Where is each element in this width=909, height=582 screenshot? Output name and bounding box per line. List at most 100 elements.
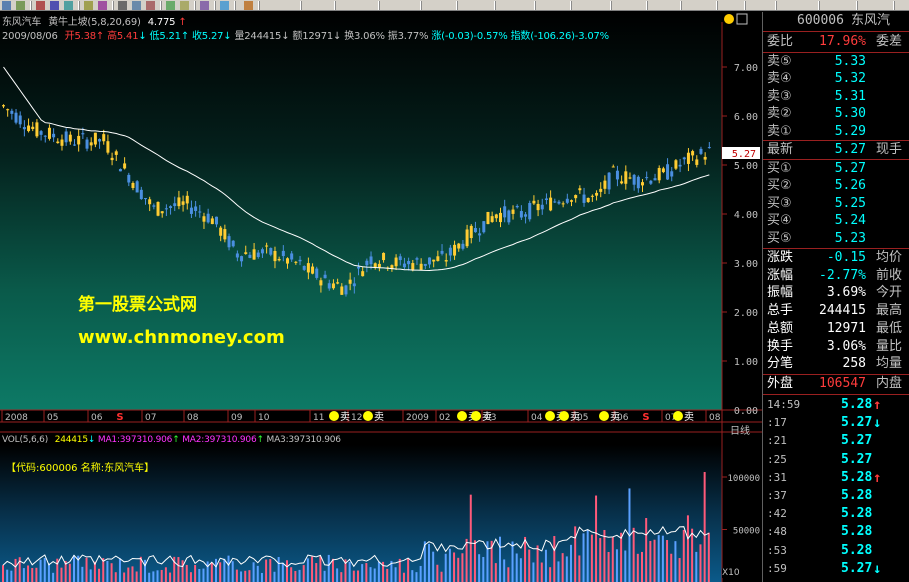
site-url[interactable]: www.chnmoney.com bbox=[78, 327, 285, 348]
stat-label: 涨幅 bbox=[767, 267, 794, 283]
candle-body bbox=[507, 210, 511, 223]
candle-body bbox=[624, 171, 628, 184]
date-tick-label: 08 bbox=[709, 413, 721, 423]
tick-price: 5.28 bbox=[841, 488, 873, 503]
volume-bar bbox=[14, 558, 17, 582]
candle-body bbox=[336, 282, 340, 284]
candle-body bbox=[290, 253, 294, 260]
candle-body bbox=[486, 211, 490, 225]
candle-body bbox=[64, 131, 68, 143]
cursor-icon[interactable] bbox=[118, 1, 127, 10]
volume-bar bbox=[649, 540, 652, 582]
tool-icon[interactable] bbox=[98, 1, 107, 10]
volume-bar bbox=[152, 571, 155, 582]
candle-body bbox=[352, 283, 356, 287]
candle-body bbox=[469, 225, 473, 239]
volume-bar bbox=[586, 529, 589, 582]
volume-bar bbox=[448, 548, 451, 582]
draw-icon[interactable] bbox=[132, 1, 141, 10]
volume-bar bbox=[357, 570, 359, 582]
candle-body bbox=[194, 206, 198, 211]
tick-price: 5.27 bbox=[841, 415, 873, 431]
candle-body bbox=[110, 157, 114, 161]
home-icon[interactable] bbox=[2, 1, 11, 10]
sell-signal: 卖 bbox=[340, 411, 350, 423]
ohlc-header: 2009/08/06 开5.38↑ 高5.41↓ 低5.21↑ 收5.27↓ 量… bbox=[2, 31, 609, 42]
candle-body bbox=[311, 266, 315, 274]
volume-bar bbox=[311, 556, 314, 582]
scroll-up-icon[interactable] bbox=[724, 14, 734, 24]
candle-body bbox=[85, 139, 89, 149]
volume-bar bbox=[235, 569, 238, 582]
back-icon[interactable] bbox=[16, 1, 25, 10]
volume-bar bbox=[131, 566, 134, 582]
high-value: 5.41 bbox=[116, 31, 139, 42]
search-icon[interactable] bbox=[220, 1, 229, 10]
date-tick-label: 06 bbox=[91, 413, 103, 423]
vol-value: 244415 bbox=[54, 435, 88, 445]
text-icon[interactable] bbox=[146, 1, 155, 10]
volume-bar bbox=[691, 528, 694, 582]
stat-row: 换手 3.06% 量比 bbox=[763, 338, 909, 356]
candle-body bbox=[215, 216, 218, 225]
volume-bar bbox=[256, 565, 259, 582]
smiley-icon bbox=[457, 411, 467, 421]
tick-price: 5.28 bbox=[841, 542, 873, 558]
volume-bar bbox=[206, 561, 209, 582]
volume-bar bbox=[561, 553, 564, 582]
bid-row: 买② 5.26 bbox=[763, 177, 909, 195]
volume-bar bbox=[603, 529, 606, 582]
candle-body bbox=[73, 144, 76, 146]
volume-bar bbox=[164, 567, 167, 582]
volume-bar bbox=[35, 567, 38, 582]
stat-row: 涨跌 -0.15 均价 bbox=[763, 249, 909, 267]
alert-icon[interactable] bbox=[244, 1, 253, 10]
candle-body bbox=[444, 260, 448, 262]
info-icon[interactable] bbox=[64, 1, 73, 10]
volume-bar bbox=[411, 570, 414, 582]
volume-bar bbox=[428, 543, 430, 582]
chart-area[interactable]: 7.00 6.00 5.00 4.00 3.00 2.00 1.00 0.00 2008 05 0… bbox=[0, 12, 762, 582]
volume-bar bbox=[22, 568, 25, 582]
candle-body bbox=[348, 279, 352, 284]
ma3-value: 397310.906 bbox=[288, 435, 341, 445]
candle-body bbox=[152, 205, 156, 207]
volume-bar bbox=[540, 562, 543, 582]
outer-value: 106547 bbox=[819, 376, 866, 391]
zoom-icon[interactable] bbox=[84, 1, 93, 10]
down-arrow-icon: ↓ bbox=[873, 415, 882, 432]
candle-body bbox=[139, 189, 143, 200]
refresh-icon[interactable] bbox=[166, 1, 175, 10]
ma2-label: MA2: bbox=[182, 435, 205, 445]
stat-label: 涨跌 bbox=[767, 250, 794, 265]
volume-header: VOL(5,6,6) 244415↓ MA1:397310.906↑ MA2:3… bbox=[2, 435, 341, 445]
candle-body bbox=[561, 203, 565, 205]
volume-bar bbox=[135, 571, 138, 582]
volume-bar bbox=[457, 557, 460, 582]
stat-label: 振幅 bbox=[767, 285, 794, 301]
settings-icon[interactable] bbox=[180, 1, 189, 10]
chart-icon[interactable] bbox=[36, 1, 45, 10]
volume-bar bbox=[52, 572, 55, 582]
candle-body bbox=[699, 148, 703, 154]
candle-body bbox=[628, 177, 632, 179]
candle-body bbox=[198, 211, 202, 213]
restore-icon[interactable] bbox=[736, 13, 748, 25]
volume-bar bbox=[2, 565, 4, 582]
tick-row: :42 5.28 bbox=[763, 505, 909, 523]
stat-label: 总手 bbox=[767, 303, 794, 319]
smiley-icon bbox=[599, 411, 609, 421]
volume-bar bbox=[81, 566, 84, 582]
candle-body bbox=[315, 268, 319, 278]
window-icon[interactable] bbox=[200, 1, 209, 10]
change-text: 涨(-0.03)-0.57% bbox=[431, 31, 508, 42]
period-label[interactable]: 日线 bbox=[730, 422, 750, 437]
volume-bar bbox=[98, 568, 101, 582]
volume-bar bbox=[657, 535, 660, 582]
candle-body bbox=[189, 207, 193, 214]
amplitude-label: 振 bbox=[387, 31, 398, 42]
list-icon[interactable] bbox=[50, 1, 59, 10]
volume-bar bbox=[231, 561, 234, 582]
candle-body bbox=[47, 127, 51, 139]
candle-body bbox=[294, 261, 298, 263]
